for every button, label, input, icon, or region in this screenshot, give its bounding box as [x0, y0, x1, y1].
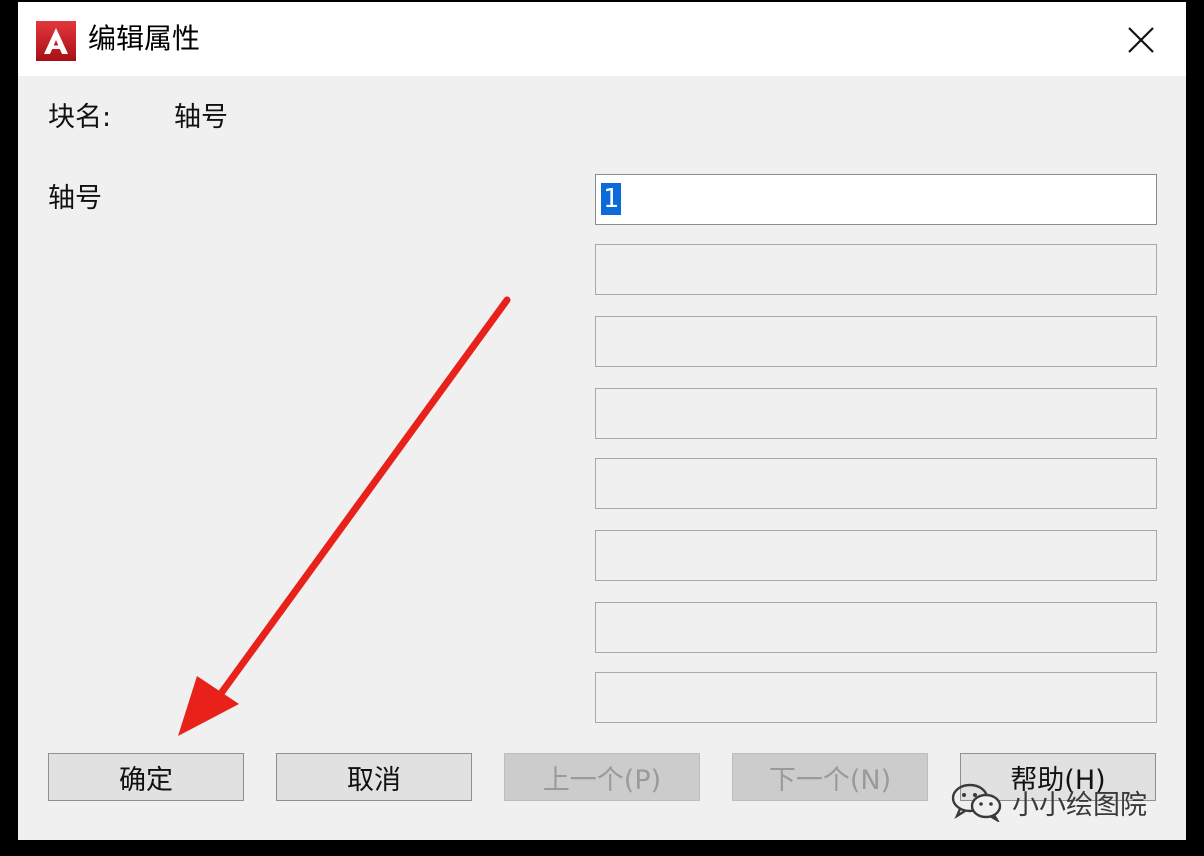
empty-attribute-field [595, 388, 1157, 439]
empty-attribute-field [595, 530, 1157, 581]
watermark: 小小绘图院 [950, 782, 1147, 822]
autocad-icon [36, 21, 76, 61]
title-bar: 编辑属性 [18, 2, 1186, 76]
empty-attribute-field [595, 602, 1157, 653]
block-name-label: 块名: [48, 102, 112, 133]
attribute-prompt-label: 轴号 [48, 183, 102, 214]
window-title: 编辑属性 [88, 22, 201, 55]
ok-button[interactable]: 确定 [48, 753, 244, 801]
block-name-value: 轴号 [174, 102, 228, 133]
selected-text: 1 [601, 183, 621, 215]
close-icon [1128, 27, 1154, 53]
empty-attribute-field [595, 316, 1157, 367]
close-button[interactable] [1116, 16, 1166, 64]
empty-attribute-field [595, 672, 1157, 723]
attribute-value-input[interactable]: 1 [595, 174, 1157, 225]
empty-attribute-field [595, 458, 1157, 509]
previous-button[interactable]: 上一个(P) [504, 753, 700, 801]
empty-attribute-field [595, 244, 1157, 295]
watermark-text: 小小绘图院 [1012, 789, 1147, 821]
edit-attributes-dialog: 编辑属性 块名: 轴号 轴号 1 确定 取消 上一个(P) 下一个(N) 帮助(… [18, 2, 1186, 840]
wechat-icon [951, 783, 1002, 822]
next-button[interactable]: 下一个(N) [732, 753, 928, 801]
cancel-button[interactable]: 取消 [276, 753, 472, 801]
